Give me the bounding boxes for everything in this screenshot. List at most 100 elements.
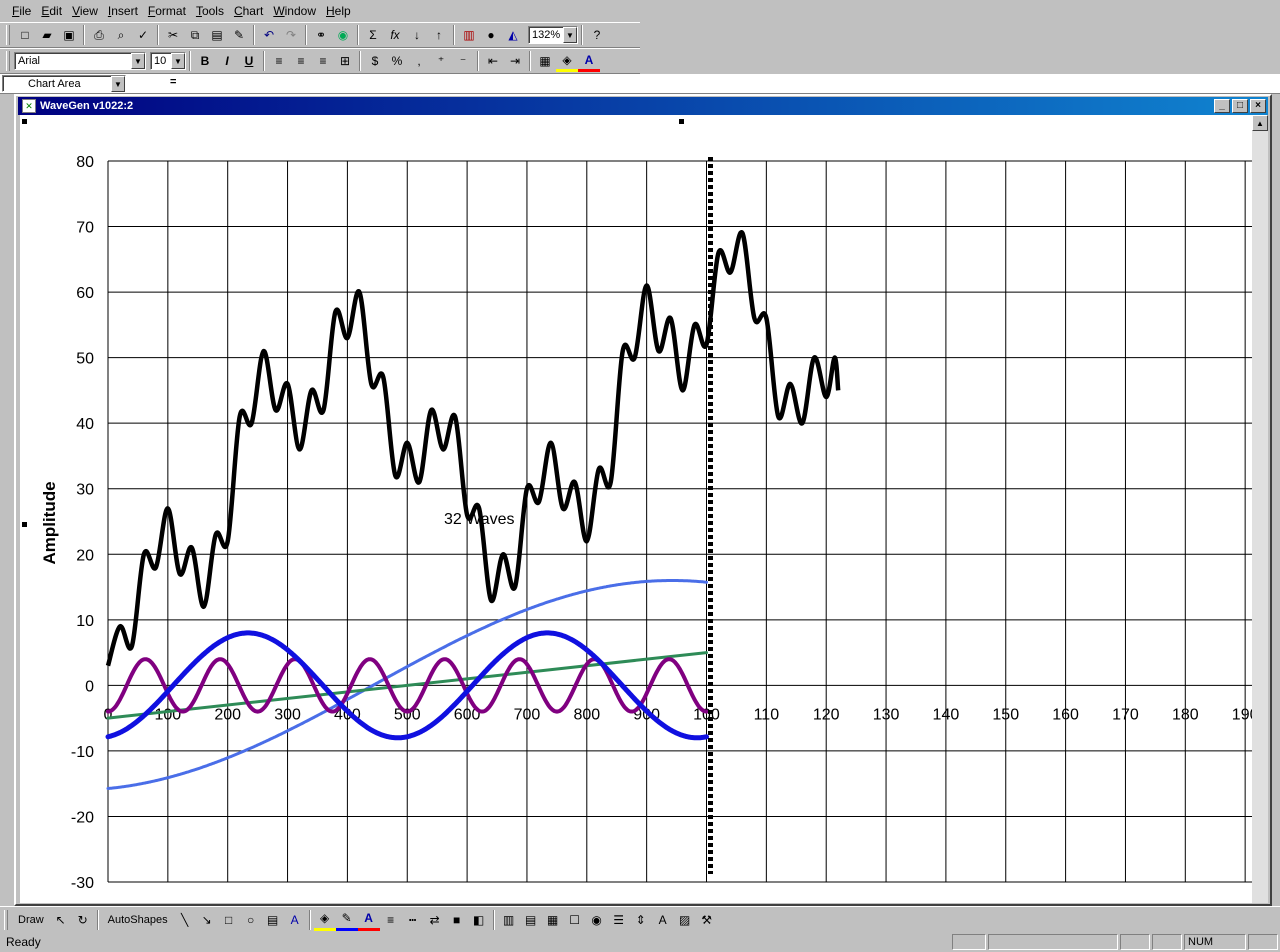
selection-handle[interactable] — [22, 522, 27, 527]
menu-help[interactable]: Help — [324, 2, 353, 20]
menu-window[interactable]: Window — [271, 2, 318, 20]
open-icon[interactable]: ▰ — [36, 24, 58, 46]
option-icon[interactable]: ◉ — [586, 909, 608, 931]
menu-chart[interactable]: Chart — [232, 2, 265, 20]
decrease-indent-icon[interactable]: ⇤ — [482, 50, 504, 72]
selection-handle[interactable] — [679, 119, 684, 124]
sort-ascending-icon[interactable]: ↓ — [406, 24, 428, 46]
web-toolbar-icon[interactable]: ◉ — [332, 24, 354, 46]
print-preview-icon[interactable]: ⌕ — [110, 24, 132, 46]
autosum-icon[interactable]: Σ — [362, 24, 384, 46]
x-tick-label: 700 — [514, 706, 541, 723]
print-icon[interactable]: ⎙ — [88, 24, 110, 46]
align-center-icon[interactable]: ≡ — [290, 50, 312, 72]
map-icon[interactable]: ● — [480, 24, 502, 46]
line-style-icon[interactable]: ≡ — [380, 909, 402, 931]
drawing-icon[interactable]: ◭ — [502, 24, 524, 46]
chevron-down-icon[interactable]: ▼ — [171, 53, 185, 69]
chevron-down-icon[interactable]: ▼ — [131, 53, 145, 69]
wordart-icon[interactable]: A — [284, 909, 306, 931]
menu-insert[interactable]: Insert — [106, 2, 140, 20]
align-right-icon[interactable]: ≡ — [312, 50, 334, 72]
paste-icon[interactable]: ▤ — [206, 24, 228, 46]
tools-icon[interactable]: ⚒ — [696, 909, 718, 931]
comma-icon[interactable]: , — [408, 50, 430, 72]
chart-area[interactable]: 80 70 60 50 40 30 20 10 0 -10 -20 -30 0 100 200 300 400… — [20, 115, 1258, 903]
maximize-button[interactable]: □ — [1232, 99, 1248, 113]
menu-file[interactable]: File — [10, 2, 33, 20]
scroll-up-icon[interactable]: ▲ — [1252, 115, 1268, 131]
percent-icon[interactable]: % — [386, 50, 408, 72]
text-box-icon[interactable]: ▤ — [262, 909, 284, 931]
currency-icon[interactable]: $ — [364, 50, 386, 72]
minimize-button[interactable]: _ — [1214, 99, 1230, 113]
zoom-select[interactable]: 132% ▼ — [528, 26, 578, 44]
menu-tools[interactable]: Tools — [194, 2, 226, 20]
toolbar-grip[interactable] — [6, 51, 10, 71]
toolbar-grip[interactable] — [4, 909, 8, 930]
selection-handle[interactable] — [22, 119, 27, 124]
chevron-down-icon[interactable]: ▼ — [563, 27, 577, 43]
chevron-down-icon[interactable]: ▼ — [111, 76, 125, 92]
chart-svg: 80706050403020100-10-20-30 0 100 200 300 400… — [40, 154, 1258, 892]
vertical-scrollbar[interactable]: ▲ — [1252, 115, 1268, 903]
redo-icon[interactable]: ↷ — [280, 24, 302, 46]
sort-descending-icon[interactable]: ↑ — [428, 24, 450, 46]
oval-icon[interactable]: ○ — [240, 909, 262, 931]
hyperlink-icon[interactable]: ⚭ — [310, 24, 332, 46]
cut-icon[interactable]: ✂ — [162, 24, 184, 46]
merge-center-icon[interactable]: ⊞ — [334, 50, 356, 72]
increase-indent-icon[interactable]: ⇥ — [504, 50, 526, 72]
rectangle-icon[interactable]: □ — [218, 909, 240, 931]
chart-type-icon[interactable]: ▥ — [498, 909, 520, 931]
fill-color-icon[interactable]: ◈ — [556, 50, 578, 72]
image-icon[interactable]: ▨ — [674, 909, 696, 931]
office-assistant-icon[interactable]: ? — [586, 24, 608, 46]
font-color-icon[interactable]: A — [578, 50, 600, 72]
underline-button[interactable]: U — [238, 50, 260, 72]
undo-icon[interactable]: ↶ — [258, 24, 280, 46]
font-name-select[interactable]: Arial ▼ — [14, 52, 146, 70]
italic-button[interactable]: I — [216, 50, 238, 72]
align-left-icon[interactable]: ≡ — [268, 50, 290, 72]
copy-icon[interactable]: ⧉ — [184, 24, 206, 46]
name-box[interactable]: Chart Area ▼ — [2, 75, 126, 92]
dash-style-icon[interactable]: ┅ — [402, 909, 424, 931]
menu-format[interactable]: Format — [146, 2, 188, 20]
free-rotate-icon[interactable]: ↻ — [72, 909, 94, 931]
formula-equals[interactable]: = — [170, 76, 176, 88]
decrease-decimal-icon[interactable]: ⁻ — [452, 50, 474, 72]
format-painter-icon[interactable]: ✎ — [228, 24, 250, 46]
arrow-style-icon[interactable]: ⇄ — [424, 909, 446, 931]
line-color-icon[interactable]: ✎ — [335, 909, 358, 931]
list-icon[interactable]: ☰ — [608, 909, 630, 931]
fill-color-icon[interactable]: ◈ — [313, 909, 336, 931]
font-size-select[interactable]: 10 ▼ — [150, 52, 186, 70]
close-button[interactable]: × — [1250, 99, 1266, 113]
checkbox-icon[interactable]: ☐ — [564, 909, 586, 931]
menu-edit[interactable]: Edit — [39, 2, 64, 20]
shadow-icon[interactable]: ■ — [446, 909, 468, 931]
arrow-icon[interactable]: ↘ — [196, 909, 218, 931]
data-table-icon[interactable]: ▦ — [542, 909, 564, 931]
increase-decimal-icon[interactable]: ⁺ — [430, 50, 452, 72]
select-objects-icon[interactable]: ↖ — [50, 909, 72, 931]
menu-view[interactable]: View — [70, 2, 100, 20]
toolbar-grip[interactable] — [6, 25, 10, 45]
borders-icon[interactable]: ▦ — [534, 50, 556, 72]
new-icon[interactable]: □ — [14, 24, 36, 46]
label-icon[interactable]: A — [652, 909, 674, 931]
spinner-icon[interactable]: ⇕ — [630, 909, 652, 931]
spelling-icon[interactable]: ✓ — [132, 24, 154, 46]
line-icon[interactable]: ╲ — [174, 909, 196, 931]
save-icon[interactable]: ▣ — [58, 24, 80, 46]
legend-icon[interactable]: ▤ — [520, 909, 542, 931]
draw-menu[interactable]: Draw — [12, 914, 50, 926]
function-icon[interactable]: fx — [384, 24, 406, 46]
chart-wizard-icon[interactable]: ▥ — [458, 24, 480, 46]
font-color-icon[interactable]: A — [357, 909, 380, 931]
3d-icon[interactable]: ◧ — [468, 909, 490, 931]
window-titlebar[interactable]: ✕ WaveGen v1022:2 _ □ × — [18, 97, 1268, 115]
bold-button[interactable]: B — [194, 50, 216, 72]
autoshapes-menu[interactable]: AutoShapes — [102, 914, 174, 926]
